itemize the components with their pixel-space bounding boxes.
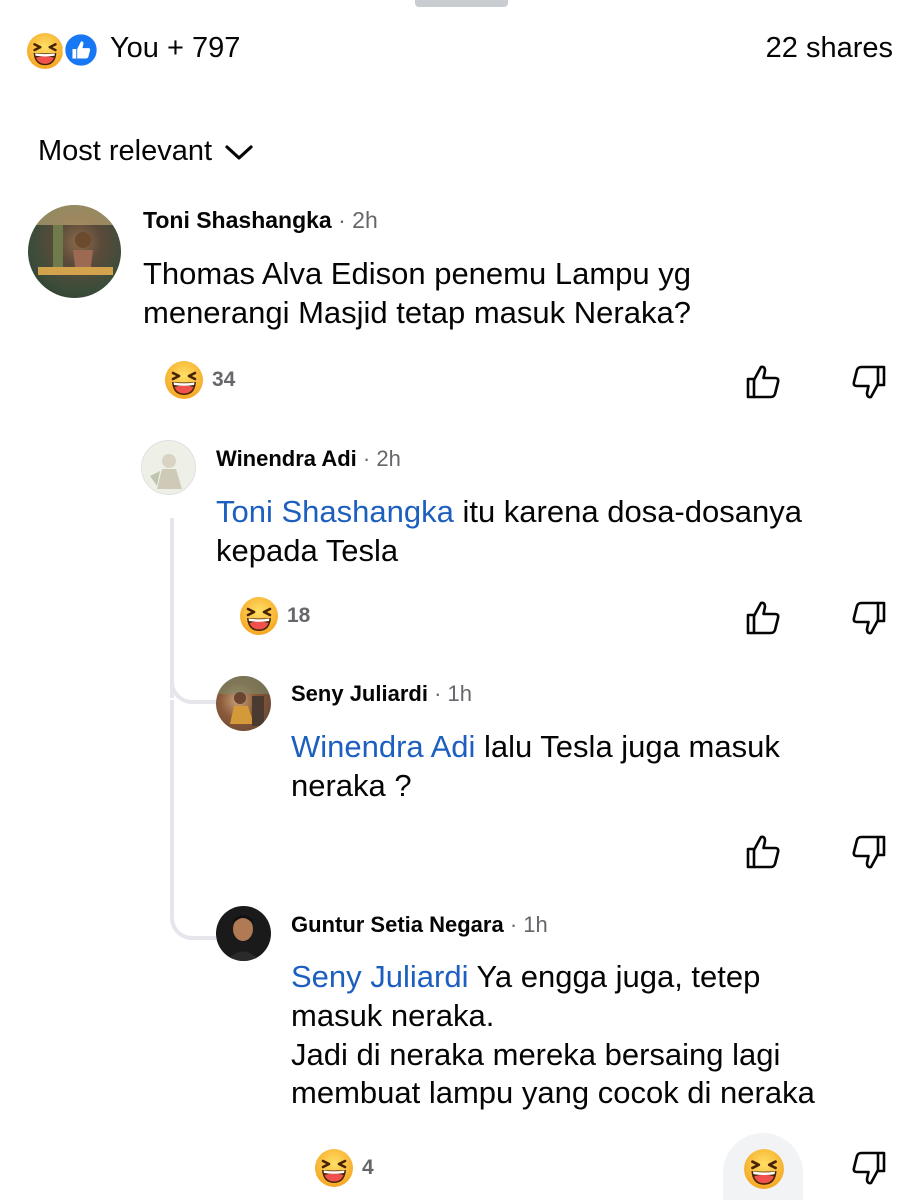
reaction-count: 34	[212, 368, 236, 391]
haha-emoji-icon[interactable]	[743, 1148, 785, 1190]
thumbs-up-icon[interactable]	[743, 832, 783, 872]
thumbs-down-icon[interactable]	[849, 832, 889, 872]
reaction-count: 18	[287, 604, 311, 627]
comment-time[interactable]: · 1h	[510, 912, 548, 937]
comment-text: Winendra Adi lalu Tesla juga masuk nerak…	[291, 728, 891, 806]
avatar[interactable]	[141, 440, 196, 495]
comment-time[interactable]: · 2h	[338, 207, 378, 233]
thumbs-down-icon[interactable]	[849, 362, 889, 402]
sheet-drag-handle[interactable]	[415, 0, 508, 7]
comment-author[interactable]: Winendra Adi	[216, 446, 357, 471]
comment-time[interactable]: · 1h	[434, 681, 472, 706]
haha-emoji-icon	[164, 360, 204, 400]
reaction-count: 4	[362, 1156, 374, 1179]
comment-text: Toni Shashangka itu karena dosa-dosanya …	[216, 493, 896, 571]
haha-emoji-icon	[26, 32, 64, 70]
reaction-count[interactable]: You + 797	[110, 32, 240, 65]
thumbs-down-icon[interactable]	[849, 598, 889, 638]
thumbs-up-icon[interactable]	[743, 598, 783, 638]
mention-link[interactable]: Seny Juliardi	[291, 959, 468, 994]
avatar[interactable]	[28, 205, 121, 298]
comment-reactions[interactable]: 34	[164, 360, 235, 400]
chevron-down-icon	[225, 145, 253, 160]
shares-count[interactable]: 22 shares	[766, 32, 893, 65]
comment-author[interactable]: Guntur Setia Negara	[291, 912, 504, 937]
mention-link[interactable]: Toni Shashangka	[216, 494, 454, 529]
haha-emoji-icon	[239, 596, 279, 636]
comment-author[interactable]: Seny Juliardi	[291, 681, 428, 706]
comment-author[interactable]: Toni Shashangka	[143, 207, 332, 233]
avatar[interactable]	[216, 906, 271, 961]
comment-reactions[interactable]: 4	[314, 1148, 374, 1188]
sort-label: Most relevant	[38, 134, 213, 167]
haha-emoji-icon	[314, 1148, 354, 1188]
reactions-summary: You + 797 22 shares	[0, 28, 923, 72]
sort-dropdown[interactable]: Most relevant	[38, 133, 254, 169]
mention-link[interactable]: Winendra Adi	[291, 729, 475, 764]
thumbs-down-icon[interactable]	[849, 1148, 889, 1188]
comment-text: Thomas Alva Edison penemu Lampu yg mener…	[143, 256, 691, 330]
like-reaction-icon	[62, 31, 100, 69]
thread-branch	[170, 660, 216, 704]
comment-time[interactable]: · 2h	[363, 446, 401, 471]
comment-text: Seny Juliardi Ya engga juga, tetep masuk…	[291, 958, 911, 1113]
reaction-icons[interactable]	[26, 30, 106, 70]
avatar[interactable]	[216, 676, 271, 731]
thread-branch	[170, 700, 216, 940]
thumbs-up-icon[interactable]	[743, 362, 783, 402]
comment-reactions[interactable]: 18	[239, 596, 310, 636]
